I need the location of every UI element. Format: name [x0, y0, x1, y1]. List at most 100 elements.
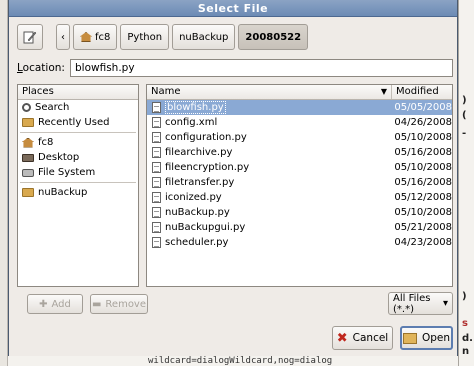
file-modified: 05/21/2008	[394, 222, 452, 233]
file-row[interactable]: scheduler.py 04/23/2008	[147, 235, 452, 250]
divider	[20, 132, 136, 133]
background-code-line: wildcard=dialogWildcard,nog=dialog	[8, 356, 458, 366]
crumb-label: Python	[127, 31, 163, 43]
file-name: scheduler.py	[165, 237, 229, 248]
file-name: nuBackupgui.py	[165, 222, 246, 233]
file-modified: 05/10/2008	[394, 207, 452, 218]
file-row[interactable]: fileencryption.py 05/10/2008	[147, 160, 452, 175]
remove-bookmark-button[interactable]: ▬ Remove	[90, 294, 148, 314]
file-icon	[152, 162, 161, 173]
crumb-python[interactable]: Python	[120, 24, 170, 50]
desktop-icon	[22, 153, 34, 162]
file-filter-select[interactable]: All Files (*.*) ▾	[388, 292, 453, 315]
crumb-label: nuBackup	[179, 31, 229, 43]
chevron-left-icon: ‹	[61, 31, 65, 43]
file-icon	[152, 102, 161, 113]
place-home[interactable]: fc8	[18, 135, 138, 150]
place-label: fc8	[38, 137, 54, 148]
location-row: Location:	[17, 59, 453, 77]
type-location-button[interactable]	[17, 24, 43, 50]
file-name: fileencryption.py	[165, 162, 250, 173]
bg-mark: s	[462, 318, 468, 329]
add-bookmark-button[interactable]: ✚ Add	[27, 294, 83, 314]
file-modified: 05/05/2008	[394, 102, 452, 113]
places-header[interactable]: Places	[18, 85, 138, 100]
file-name: nuBackup.py	[165, 207, 230, 218]
button-label: Remove	[105, 298, 147, 310]
path-scroll-left-button[interactable]: ‹	[56, 24, 70, 50]
bg-mark: )	[462, 95, 467, 106]
crumb-label: 20080522	[245, 31, 302, 43]
button-label: Cancel	[352, 332, 389, 344]
file-name: configuration.py	[165, 132, 247, 143]
plus-icon: ✚	[39, 298, 48, 310]
divider	[20, 182, 136, 183]
bg-mark: n	[462, 346, 470, 357]
file-modified: 05/12/2008	[394, 192, 452, 203]
file-row[interactable]: blowfish.py 05/05/2008	[147, 100, 452, 115]
background-window-left	[0, 0, 8, 366]
place-search[interactable]: Search	[18, 100, 138, 115]
place-desktop[interactable]: Desktop	[18, 150, 138, 165]
file-modified: 04/23/2008	[394, 237, 452, 248]
folder-icon	[22, 188, 34, 197]
location-input[interactable]	[70, 59, 453, 77]
cancel-icon: ✖	[336, 330, 348, 346]
file-row[interactable]: configuration.py 05/10/2008	[147, 130, 452, 145]
folder-icon	[22, 118, 34, 127]
open-button[interactable]: Open	[400, 326, 453, 350]
disk-icon	[22, 168, 34, 177]
file-row[interactable]: nuBackupgui.py 05/21/2008	[147, 220, 452, 235]
home-icon	[22, 137, 34, 148]
file-icon	[152, 147, 161, 158]
file-icon	[152, 192, 161, 203]
file-row[interactable]: filetransfer.py 05/16/2008	[147, 175, 452, 190]
crumb-label: fc8	[95, 31, 111, 43]
bg-mark: )	[462, 291, 467, 302]
file-icon	[152, 117, 161, 128]
file-icon	[152, 222, 161, 233]
file-row[interactable]: config.xml 04/26/2008	[147, 115, 452, 130]
search-icon	[22, 103, 31, 112]
file-name: config.xml	[165, 117, 218, 128]
file-icon	[152, 132, 161, 143]
crumb-current-folder[interactable]: 20080522	[238, 24, 309, 50]
files-pane: Name ▼ Modified blowfish.py 05/05/2008 c…	[146, 84, 453, 287]
place-label: Recently Used	[38, 117, 110, 128]
file-name: iconized.py	[165, 192, 222, 203]
crumb-nubackup[interactable]: nuBackup	[172, 24, 236, 50]
file-row[interactable]: iconized.py 05/12/2008	[147, 190, 452, 205]
place-nubackup[interactable]: nuBackup	[18, 185, 138, 200]
sort-down-icon: ▼	[380, 87, 387, 96]
pencil-icon	[23, 31, 37, 44]
file-name: filetransfer.py	[165, 177, 235, 188]
dialog-title: Select File	[9, 0, 457, 17]
place-file-system[interactable]: File System	[18, 165, 138, 180]
files-header: Name ▼ Modified	[147, 85, 452, 100]
places-pane: Places Search Recently Used fc8 Desktop …	[17, 84, 139, 287]
file-modified: 04/26/2008	[394, 117, 452, 128]
button-label: Open	[421, 332, 451, 344]
column-header-name[interactable]: Name ▼	[147, 85, 392, 99]
bg-mark: d.	[462, 333, 473, 344]
place-label: Search	[35, 102, 70, 113]
background-window-right: ) ( - ) s d. n	[458, 0, 474, 366]
bg-mark: (	[462, 110, 467, 121]
select-file-dialog: Select File ‹ fc8 Python nuBackup 200805…	[8, 0, 458, 356]
place-label: Desktop	[38, 152, 80, 163]
place-recently-used[interactable]: Recently Used	[18, 115, 138, 130]
button-label: Add	[51, 298, 71, 310]
cancel-button[interactable]: ✖ Cancel	[332, 326, 393, 350]
chevron-down-icon: ▾	[442, 298, 448, 309]
home-icon	[80, 32, 92, 42]
bg-mark: -	[462, 128, 467, 139]
crumb-home[interactable]: fc8	[73, 24, 118, 50]
place-label: nuBackup	[38, 187, 88, 198]
path-bar: ‹ fc8 Python nuBackup 20080522	[17, 24, 309, 50]
file-row[interactable]: filearchive.py 05/16/2008	[147, 145, 452, 160]
file-icon	[152, 207, 161, 218]
file-modified: 05/10/2008	[394, 132, 452, 143]
minus-icon: ▬	[91, 298, 102, 310]
column-header-modified[interactable]: Modified	[392, 85, 452, 99]
file-row[interactable]: nuBackup.py 05/10/2008	[147, 205, 452, 220]
